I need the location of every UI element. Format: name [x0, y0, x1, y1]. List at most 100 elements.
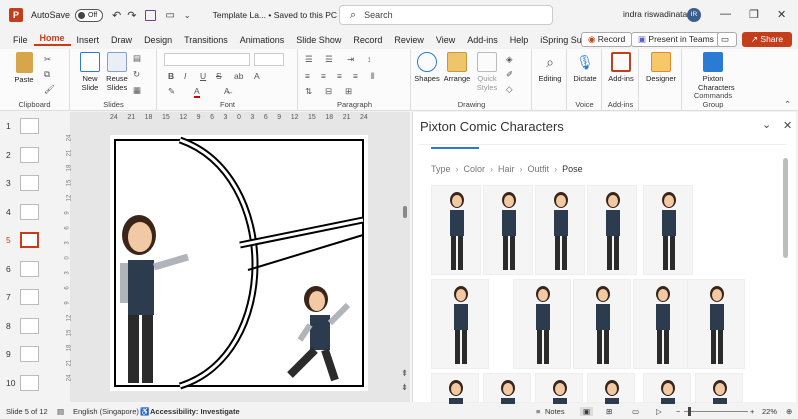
pose-card[interactable]	[513, 279, 571, 369]
shape-effects-icon[interactable]: ◇	[506, 84, 513, 95]
save-icon[interactable]	[145, 9, 157, 21]
minimize-icon[interactable]: —	[720, 8, 731, 20]
text-direction-icon[interactable]: ⇅	[305, 86, 312, 97]
slide-thumbnail[interactable]	[20, 203, 39, 220]
pose-card[interactable]	[431, 185, 481, 275]
highlight-icon[interactable]: ✎	[168, 86, 175, 97]
undo-icon[interactable]: ↶	[112, 9, 121, 22]
pose-card[interactable]	[431, 279, 489, 369]
pose-card[interactable]	[587, 185, 637, 275]
crumb-color[interactable]: Color	[464, 164, 486, 174]
section-icon[interactable]: ▦	[133, 85, 141, 96]
zoom-out-icon[interactable]: −	[676, 407, 680, 416]
slide-thumbnail[interactable]	[20, 289, 39, 305]
slide-thumbnail[interactable]	[20, 146, 39, 163]
customize-qat-icon[interactable]: ⌄	[184, 11, 191, 20]
numbering-icon[interactable]: ☰	[325, 54, 333, 65]
slide-sorter-icon[interactable]: ⊞	[606, 407, 612, 416]
present-in-teams-button[interactable]: ▣ Present in Teams	[631, 32, 721, 47]
zoom-thumb[interactable]	[688, 407, 691, 416]
dictate-button[interactable]: 🎙 Dictate	[570, 52, 600, 83]
align-right-icon[interactable]: ≡	[337, 71, 342, 81]
tab-record[interactable]: Record	[347, 35, 388, 45]
shapes-button[interactable]: Shapes	[412, 52, 442, 83]
tab-animations[interactable]: Animations	[234, 35, 291, 45]
cut-icon[interactable]: ✂	[44, 54, 51, 65]
addins-button[interactable]: Add-ins	[606, 52, 636, 83]
share-button[interactable]: ↗ Share	[742, 32, 792, 47]
autosave-toggle[interactable]: Off	[75, 8, 104, 22]
slide-thumbnail[interactable]	[20, 118, 39, 134]
smartart-icon[interactable]: ⊞	[345, 86, 352, 97]
pose-card[interactable]	[483, 185, 533, 275]
shape-outline-icon[interactable]: ✐	[506, 69, 513, 80]
character-standing[interactable]	[120, 215, 189, 383]
strikethrough-button[interactable]: S	[216, 71, 222, 81]
editor-scrollbar[interactable]	[403, 206, 407, 218]
reading-view-icon[interactable]: ▭	[632, 407, 639, 416]
notes-button[interactable]: Notes	[545, 407, 565, 416]
tab-add-ins[interactable]: Add-ins	[461, 35, 504, 45]
present-from-beginning-icon[interactable]: ▭	[165, 10, 174, 21]
paste-button[interactable]: Paste	[9, 52, 39, 84]
character-running[interactable]	[287, 286, 351, 382]
editing-button[interactable]: ⌕ Editing	[535, 52, 565, 83]
tab-draw[interactable]: Draw	[105, 35, 138, 45]
layout-icon[interactable]: ▤	[133, 53, 141, 64]
crumb-pose[interactable]: Pose	[562, 164, 583, 174]
bold-button[interactable]: B	[168, 71, 174, 81]
pose-card[interactable]	[633, 279, 691, 369]
font-spacing-icon[interactable]: ab	[234, 71, 243, 81]
slide-thumbnail[interactable]	[20, 175, 39, 191]
font-color-button[interactable]: A	[194, 86, 200, 98]
previous-slide-icon[interactable]: ⇞	[401, 368, 408, 379]
fit-slide-icon[interactable]: ⊕	[786, 407, 792, 416]
comments-button[interactable]: ▭	[717, 32, 737, 47]
spell-check-icon[interactable]: ▤	[57, 407, 64, 416]
indent-icon[interactable]: ⇥	[347, 54, 354, 65]
pose-card[interactable]	[587, 373, 635, 419]
font-name-input[interactable]	[164, 53, 250, 66]
restore-icon[interactable]: ❐	[749, 8, 759, 21]
tab-view[interactable]: View	[430, 35, 461, 45]
pane-scrollbar[interactable]	[783, 158, 788, 398]
tab-slide-show[interactable]: Slide Show	[290, 35, 347, 45]
slideshow-icon[interactable]: ▷	[656, 407, 662, 416]
pose-card[interactable]	[535, 185, 585, 275]
bullets-icon[interactable]: ☰	[305, 54, 313, 65]
line-spacing-icon[interactable]: ↕	[367, 54, 371, 64]
language-status[interactable]: English (Singapore)	[73, 407, 139, 416]
pose-card[interactable]	[687, 279, 745, 369]
justify-icon[interactable]: ≡	[353, 71, 358, 81]
reset-icon[interactable]: ↻	[133, 69, 140, 80]
quick-styles-button[interactable]: Quick Styles	[472, 52, 502, 92]
record-button[interactable]: ◉ Record	[581, 32, 633, 47]
pose-card[interactable]	[535, 373, 583, 419]
italic-button[interactable]: I	[184, 71, 186, 81]
new-slide-button[interactable]: New Slide	[75, 52, 105, 92]
align-left-icon[interactable]: ≡	[305, 71, 310, 81]
pose-card[interactable]	[643, 185, 693, 275]
crumb-hair[interactable]: Hair	[498, 164, 515, 174]
crumb-type[interactable]: Type	[431, 164, 451, 174]
tab-help[interactable]: Help	[504, 35, 535, 45]
tab-review[interactable]: Review	[388, 35, 430, 45]
tab-design[interactable]: Design	[138, 35, 178, 45]
accessibility-status[interactable]: Accessibility: Investigate	[150, 407, 240, 416]
columns-icon[interactable]: ⫴	[371, 71, 375, 82]
tab-transitions[interactable]: Transitions	[178, 35, 234, 45]
pose-card[interactable]	[573, 279, 631, 369]
redo-icon[interactable]: ↷	[127, 9, 136, 22]
user-name[interactable]: indra riswadinata	[623, 9, 687, 19]
pose-card[interactable]	[695, 373, 743, 419]
crumb-outfit[interactable]: Outfit	[528, 164, 550, 174]
format-painter-icon[interactable]: 🖌	[44, 84, 55, 95]
arrange-button[interactable]: Arrange	[442, 52, 472, 83]
normal-view-icon[interactable]: ▣	[580, 407, 594, 416]
align-text-icon[interactable]: ⊟	[325, 86, 332, 97]
align-center-icon[interactable]: ≡	[321, 71, 326, 81]
pose-card[interactable]	[643, 373, 691, 419]
slide-thumbnail[interactable]	[20, 260, 39, 277]
search-box[interactable]: ⌕ Search	[339, 5, 553, 25]
tab-file[interactable]: File	[0, 35, 34, 45]
